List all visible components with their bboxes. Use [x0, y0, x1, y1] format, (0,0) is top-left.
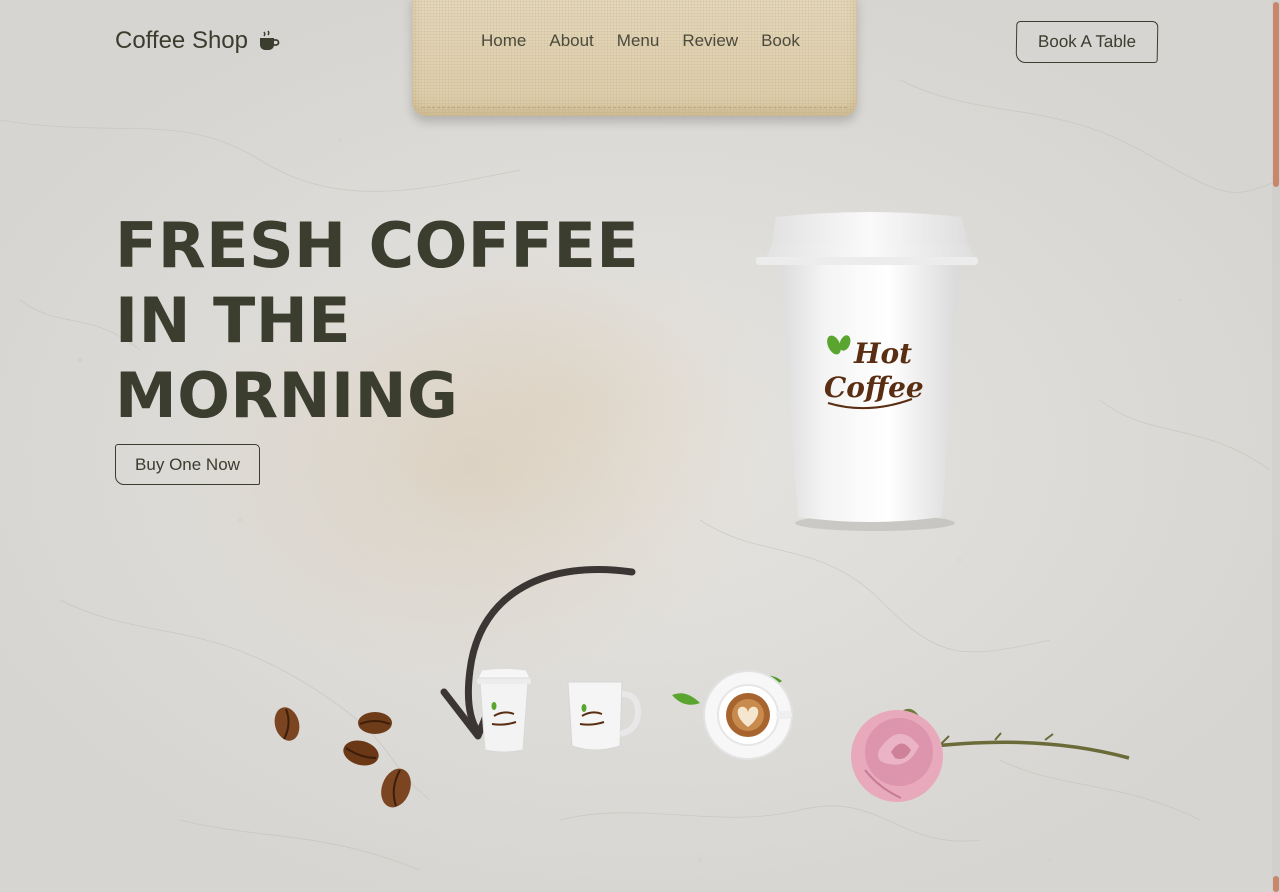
coffee-bean-icon [274, 707, 300, 741]
small-cup-thumbnail[interactable] [472, 668, 536, 756]
brand-logo[interactable]: Coffee Shop [115, 27, 280, 55]
main-nav: Home About Menu Review Book [481, 31, 800, 51]
hero-title-line-1: FRESH COFFEE [115, 209, 640, 282]
coffee-mug-thumbnail[interactable] [562, 676, 646, 756]
hero-title: FRESH COFFEE IN THE MORNING [115, 208, 655, 433]
latte-cup-thumbnail[interactable] [668, 665, 798, 765]
nav-book[interactable]: Book [761, 31, 800, 51]
nav-home[interactable]: Home [481, 31, 526, 51]
coffee-bean-icon [358, 712, 392, 734]
burlap-banner [412, 0, 857, 116]
book-table-button[interactable]: Book A Table [1015, 21, 1159, 63]
scrollbar-thumb[interactable] [1273, 2, 1279, 187]
coffee-bean-icon [381, 768, 411, 808]
hero-title-line-2: IN THE [115, 284, 352, 357]
scrollbar-thumb-end [1273, 876, 1279, 892]
nav-about[interactable]: About [549, 31, 593, 51]
nav-review[interactable]: Review [682, 31, 738, 51]
cup-logo-line-2: Coffee [824, 371, 924, 404]
hero-title-line-3: MORNING [115, 359, 459, 432]
cup-logo-line-1: Hot [853, 337, 912, 370]
scrollbar[interactable] [1272, 0, 1280, 892]
nav-menu[interactable]: Menu [617, 31, 660, 51]
hot-coffee-cup-image: Hot Coffee [756, 212, 978, 531]
buy-one-now-button[interactable]: Buy One Now [115, 444, 260, 485]
pink-rose-image [851, 708, 1130, 802]
coffee-bean-icon [343, 740, 379, 766]
brand-name: Coffee Shop [115, 27, 248, 54]
coffee-mug-icon [260, 30, 280, 50]
